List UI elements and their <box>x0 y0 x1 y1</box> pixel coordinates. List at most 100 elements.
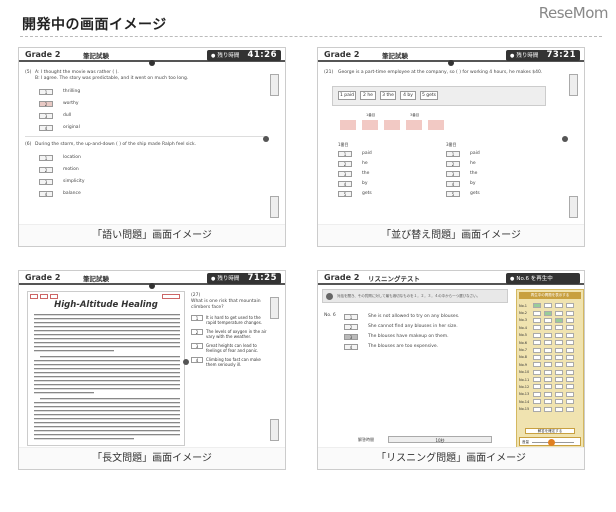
answer-checkbox[interactable] <box>533 391 541 397</box>
next-question-button[interactable] <box>270 196 279 218</box>
answer-option[interactable]: 3 the <box>338 170 369 177</box>
answer-checkbox[interactable] <box>566 369 574 375</box>
answer-checkbox[interactable] <box>533 377 541 383</box>
answer-checkbox[interactable] <box>544 362 552 368</box>
volume-slider-handle[interactable] <box>548 439 555 446</box>
answer-checkbox[interactable] <box>555 406 563 412</box>
grid-row[interactable]: No.1 <box>519 302 581 309</box>
answer-checkbox[interactable] <box>566 303 574 309</box>
answer-checkbox[interactable] <box>544 406 552 412</box>
answer-checkbox[interactable] <box>566 310 574 316</box>
answer-checkbox[interactable] <box>555 317 563 323</box>
answer-option[interactable]: 1 It is hard to get used to the rapid tem… <box>191 315 267 325</box>
answer-checkbox[interactable] <box>544 354 552 360</box>
grid-row[interactable]: No.5 <box>519 332 581 339</box>
answer-option[interactable]: 2 The levels of oxygen in the air vary wi… <box>191 329 267 339</box>
answer-checkbox[interactable] <box>544 325 552 331</box>
answer-option[interactable]: 3 simplicity <box>39 178 85 185</box>
answer-checkbox[interactable] <box>555 332 563 338</box>
grid-row[interactable]: No.7 <box>519 346 581 353</box>
answer-checkbox[interactable] <box>566 325 574 331</box>
answer-option[interactable]: 1 paid <box>446 150 480 157</box>
answer-checkbox[interactable] <box>544 317 552 323</box>
answer-checkbox[interactable] <box>566 377 574 383</box>
answer-checkbox[interactable] <box>566 399 574 405</box>
answer-option[interactable]: 2 She cannot find any blouses in her size… <box>344 323 458 330</box>
answer-checkbox[interactable] <box>533 369 541 375</box>
prev-question-button[interactable] <box>270 297 279 319</box>
answer-checkbox[interactable] <box>544 340 552 346</box>
answer-checkbox[interactable] <box>566 332 574 338</box>
clear-button[interactable] <box>162 294 180 299</box>
grid-row[interactable]: No.15 <box>519 405 581 412</box>
answer-option[interactable]: 2 motion <box>39 166 79 173</box>
answer-option[interactable]: 3 Great heights can lead to feelings of f… <box>191 343 267 353</box>
grid-row[interactable]: No.9 <box>519 361 581 368</box>
answer-option[interactable]: 1 paid <box>338 150 372 157</box>
passage-pane[interactable]: High-Altitude Healing <box>27 291 185 446</box>
answer-checkbox[interactable] <box>555 384 563 390</box>
answer-checkbox[interactable] <box>544 369 552 375</box>
answer-slot[interactable] <box>340 120 356 130</box>
answer-checkbox[interactable] <box>533 310 541 316</box>
answer-checkbox[interactable] <box>555 347 563 353</box>
answer-option[interactable]: 4 original <box>39 124 80 131</box>
collapse-right-icon[interactable] <box>562 136 568 142</box>
grid-row[interactable]: No.10 <box>519 369 581 376</box>
answer-checkbox[interactable] <box>544 377 552 383</box>
word-tile[interactable]: 4 by <box>400 91 416 100</box>
prev-question-button[interactable] <box>270 74 279 96</box>
splitter-handle[interactable] <box>448 60 454 66</box>
pen-tool-icon[interactable] <box>40 294 48 299</box>
answer-checkbox[interactable] <box>544 399 552 405</box>
answer-option[interactable]: 2 he <box>446 160 476 167</box>
answer-slot[interactable] <box>406 120 422 130</box>
answer-checkbox[interactable] <box>555 377 563 383</box>
grid-row[interactable]: No.4 <box>519 324 581 331</box>
eraser-tool-icon[interactable] <box>50 294 58 299</box>
grid-row[interactable]: No.3 <box>519 317 581 324</box>
answer-option-selected[interactable]: 2 worthy <box>39 100 79 107</box>
answer-checkbox[interactable] <box>533 362 541 368</box>
collapse-left-icon[interactable] <box>183 359 189 365</box>
word-tile[interactable]: 5 gets <box>420 91 438 100</box>
word-tile[interactable]: 3 the <box>380 91 396 100</box>
grid-header[interactable]: 再生中の問題を表示する <box>519 292 581 299</box>
answer-checkbox[interactable] <box>555 391 563 397</box>
grid-row[interactable]: No.8 <box>519 354 581 361</box>
grid-row[interactable]: No.2 <box>519 309 581 316</box>
collapse-right-icon[interactable] <box>263 136 269 142</box>
word-tile[interactable]: 1 paid <box>338 91 356 100</box>
answer-option[interactable]: 3 dull <box>39 112 71 119</box>
answer-option[interactable]: 5 gets <box>338 190 372 197</box>
answer-option-selected[interactable]: 3 The blouses have makeup on them. <box>344 333 449 340</box>
answer-checkbox[interactable] <box>555 303 563 309</box>
answer-option[interactable]: 3 the <box>446 170 477 177</box>
answer-option[interactable]: 4 by <box>338 180 368 187</box>
answer-checkbox[interactable] <box>533 303 541 309</box>
answer-option[interactable]: 5 gets <box>446 190 480 197</box>
grid-row[interactable]: No.13 <box>519 391 581 398</box>
answer-checkbox[interactable] <box>566 354 574 360</box>
answer-checkbox[interactable] <box>566 406 574 412</box>
answer-checkbox[interactable] <box>555 362 563 368</box>
answer-checkbox[interactable] <box>555 310 563 316</box>
answer-checkbox[interactable] <box>533 340 541 346</box>
next-question-button[interactable] <box>569 196 578 218</box>
answer-checkbox[interactable] <box>544 347 552 353</box>
answer-checkbox[interactable] <box>533 347 541 353</box>
grid-row[interactable]: No.12 <box>519 383 581 390</box>
answer-option[interactable]: 1 location <box>39 154 81 161</box>
answer-option[interactable]: 4 balance <box>39 190 81 197</box>
splitter-handle[interactable] <box>149 60 155 66</box>
answer-slot[interactable] <box>384 120 400 130</box>
answer-option[interactable]: 1 thrilling <box>39 88 80 95</box>
answer-option[interactable]: 2 he <box>338 160 368 167</box>
answer-checkbox[interactable] <box>544 384 552 390</box>
grid-row[interactable]: No.14 <box>519 398 581 405</box>
confirm-button[interactable]: 解答を確定する <box>525 428 575 434</box>
answer-checkbox[interactable] <box>566 362 574 368</box>
highlight-tool-icon[interactable] <box>30 294 38 299</box>
answer-option[interactable]: 4 The blouses are too expensive. <box>344 343 438 350</box>
grid-row[interactable]: No.11 <box>519 376 581 383</box>
